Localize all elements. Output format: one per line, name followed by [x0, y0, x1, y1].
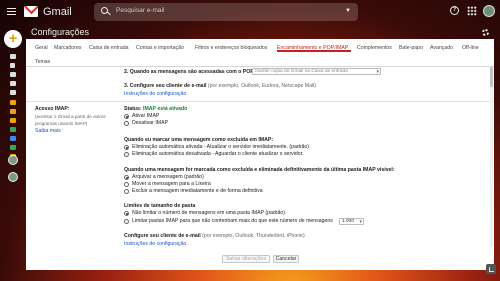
tab-avancado[interactable]: Avançado	[430, 45, 453, 51]
folder-limit-select[interactable]: 1.000	[339, 218, 364, 225]
settings-tabs: Geral Marcadores Caixa de entrada Contas…	[26, 39, 494, 67]
imap-status-value: IMAP está ativado	[143, 106, 188, 112]
auto-expunge-on-radio[interactable]	[124, 145, 129, 150]
scroll-thumb[interactable]	[490, 67, 493, 87]
tab-geral[interactable]: Geral	[35, 45, 48, 51]
side-panel-toggle-icon[interactable]	[486, 264, 496, 274]
search-input[interactable]: Pesquisar e-mail	[116, 7, 164, 14]
main-menu-icon[interactable]	[7, 8, 16, 15]
inbox-icon[interactable]	[10, 54, 16, 59]
enable-imap-label[interactable]: Ativar IMAP	[132, 113, 159, 119]
delete-forever-radio[interactable]	[124, 189, 129, 194]
no-limit-radio[interactable]	[124, 211, 129, 216]
search-options-icon[interactable]: ▼	[345, 8, 351, 14]
imap-section-note: programas usando IMAP)	[35, 121, 88, 126]
hangouts-avatar[interactable]	[8, 172, 18, 182]
label-icon[interactable]	[10, 145, 16, 150]
tab-filtros[interactable]: Filtros e endereços bloqueados	[195, 45, 267, 51]
starred-icon[interactable]	[10, 63, 15, 68]
tab-caixa-de-entrada[interactable]: Caixa de entrada	[89, 45, 129, 51]
imap-status-label: Status:	[124, 106, 142, 112]
page-title: Configurações	[31, 27, 90, 37]
snoozed-icon[interactable]	[10, 72, 16, 77]
account-avatar[interactable]	[483, 5, 495, 17]
pop-step2-label: 2. Quando as mensagens são acessadas com…	[124, 69, 254, 75]
active-tab-indicator	[277, 50, 351, 52]
tab-bate-papo[interactable]: Bate-papo	[399, 45, 423, 51]
help-icon[interactable]: ?	[450, 6, 459, 15]
delete-question: Quando eu marcar uma mensagem como exclu…	[124, 137, 274, 143]
label-icon[interactable]	[10, 136, 16, 141]
tab-temas[interactable]: Temas	[35, 59, 50, 65]
imap-status: Status: IMAP está ativado	[124, 106, 187, 112]
imap-section-label: Acesso IMAP:	[35, 106, 70, 112]
auto-expunge-on-label[interactable]: Eliminação automática ativada - Atualiza…	[132, 144, 309, 150]
tab-off-line[interactable]: Off-line	[462, 45, 479, 51]
search-bar[interactable]: Pesquisar e-mail ▼	[94, 3, 358, 21]
limit-radio[interactable]	[124, 219, 129, 224]
drafts-icon[interactable]	[10, 90, 16, 95]
apps-grid-icon[interactable]	[467, 6, 477, 16]
auto-expunge-off-label[interactable]: Eliminação automática desativada - Aguar…	[132, 151, 304, 157]
pop-step3-note: (por exemplo, Outlook, Eudora, Netscape …	[207, 83, 317, 89]
label-icon[interactable]	[10, 100, 16, 105]
cancel-button[interactable]: Cancelar	[273, 255, 299, 263]
no-limit-label[interactable]: Não limitar o número de mensagens em uma…	[132, 210, 285, 216]
tab-contas-importacao[interactable]: Contas e importação	[136, 45, 184, 51]
settings-panel: Geral Marcadores Caixa de entrada Contas…	[26, 39, 494, 270]
brand-name[interactable]: Gmail	[43, 6, 72, 18]
gmail-logo-icon[interactable]	[24, 6, 38, 17]
enable-imap-radio[interactable]	[124, 114, 129, 119]
pop-action-select[interactable]: manter cópia do Gmail na Caixa de entrad…	[252, 68, 381, 75]
trash-label[interactable]: Mover a mensagem para a Lixeira	[132, 181, 211, 187]
section-divider	[26, 101, 494, 102]
imap-section-note: (acessar o Gmail a partir de outros	[35, 114, 106, 119]
folder-limit-title: Limites de tamanho de pasta	[124, 203, 196, 209]
imap-instructions-link[interactable]: Instruções de configuração	[124, 241, 186, 247]
pop-instructions-link[interactable]: Instruções de configuração	[124, 91, 186, 97]
left-rail: +	[0, 25, 26, 281]
label-icon[interactable]	[10, 127, 16, 132]
delete-forever-label[interactable]: Excluir a mensagem imediatamente e de fo…	[132, 188, 263, 194]
limit-label[interactable]: Limitar pastas IMAP para que não contenh…	[132, 218, 333, 224]
imap-client-note: (por exemplo, Outlook, Thunderbird, iPho…	[202, 233, 305, 239]
expunge-question: Quando uma mensagem for marcada como exc…	[124, 167, 395, 173]
compose-button[interactable]: +	[4, 30, 22, 48]
content-scrollbar[interactable]	[490, 67, 493, 247]
settings-content: 2. Quando as mensagens são acessadas com…	[26, 67, 494, 252]
imap-client-config: Configure seu cliente de e-mail (por exe…	[124, 233, 305, 239]
pop-step3-label: 3. Configure seu cliente de e-mail	[124, 83, 207, 89]
settings-footer: Salvar alterações Cancelar	[26, 252, 494, 270]
trash-radio[interactable]	[124, 182, 129, 187]
disable-imap-label[interactable]: Desativar IMAP	[132, 120, 168, 126]
search-icon[interactable]	[101, 7, 108, 14]
hangouts-avatar[interactable]	[8, 155, 18, 165]
save-button[interactable]: Salvar alterações	[222, 255, 270, 263]
disable-imap-radio[interactable]	[124, 121, 129, 126]
label-icon[interactable]	[10, 118, 16, 123]
label-icon[interactable]	[10, 109, 16, 114]
gear-icon[interactable]	[482, 29, 489, 36]
tab-marcadores[interactable]: Marcadores	[54, 45, 81, 51]
pop-step3: 3. Configure seu cliente de e-mail (por …	[124, 83, 316, 89]
sent-icon[interactable]	[10, 81, 16, 86]
learn-more-link[interactable]: Saiba mais	[35, 128, 61, 134]
imap-client-label: Configure seu cliente de e-mail	[124, 233, 201, 239]
auto-expunge-off-radio[interactable]	[124, 152, 129, 157]
tab-complementos[interactable]: Complementos	[357, 45, 392, 51]
archive-label[interactable]: Arquivar a mensagem (padrão)	[132, 174, 204, 180]
archive-radio[interactable]	[124, 175, 129, 180]
top-bar: Gmail Pesquisar e-mail ▼ ?	[0, 0, 500, 25]
